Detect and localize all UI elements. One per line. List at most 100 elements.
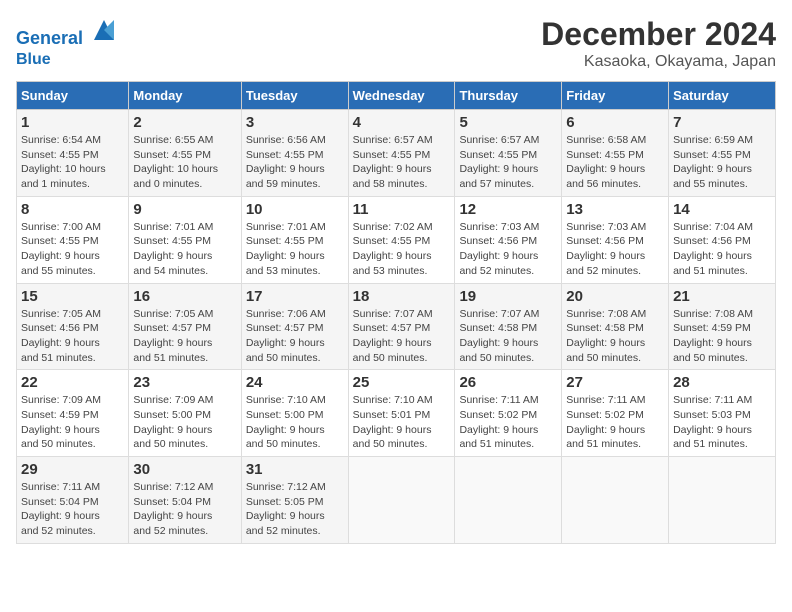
day-number: 25 (353, 374, 451, 391)
calendar-cell (455, 457, 562, 544)
day-number: 31 (246, 461, 344, 478)
day-number: 11 (353, 201, 451, 218)
calendar-cell: 16 Sunrise: 7:05 AMSunset: 4:57 PMDayligh… (129, 283, 241, 370)
calendar-cell: 21 Sunrise: 7:08 AMSunset: 4:59 PMDayligh… (669, 283, 776, 370)
day-number: 9 (133, 201, 236, 218)
day-info: Sunrise: 7:12 AMSunset: 5:04 PMDaylight:… (133, 480, 236, 539)
main-title: December 2024 (541, 16, 776, 53)
column-header-thursday: Thursday (455, 82, 562, 110)
calendar-cell: 23Sunrise: 7:09 AMSunset: 5:00 PMDayligh… (129, 370, 241, 457)
calendar-cell: 25 Sunrise: 7:10 AMSunset: 5:01 PMDayligh… (348, 370, 455, 457)
day-number: 12 (459, 201, 557, 218)
logo-icon (90, 16, 118, 44)
day-number: 4 (353, 114, 451, 131)
column-header-friday: Friday (562, 82, 669, 110)
day-info: Sunrise: 7:11 AMSunset: 5:04 PMDaylight:… (21, 480, 124, 539)
day-number: 18 (353, 288, 451, 305)
day-number: 10 (246, 201, 344, 218)
calendar-cell: 3 Sunrise: 6:56 AMSunset: 4:55 PMDaylight… (241, 110, 348, 197)
calendar-cell: 11 Sunrise: 7:02 AMSunset: 4:55 PMDayligh… (348, 196, 455, 283)
day-info: Sunrise: 7:07 AMSunset: 4:57 PMDaylight:… (353, 307, 451, 366)
day-number: 20 (566, 288, 664, 305)
day-info: Sunrise: 7:03 AMSunset: 4:56 PMDaylight:… (566, 220, 664, 279)
calendar-week-3: 15 Sunrise: 7:05 AMSunset: 4:56 PMDayligh… (17, 283, 776, 370)
day-info: Sunrise: 7:05 AMSunset: 4:56 PMDaylight:… (21, 307, 124, 366)
day-info: Sunrise: 6:59 AMSunset: 4:55 PMDaylight:… (673, 133, 771, 192)
day-info: Sunrise: 7:08 AMSunset: 4:59 PMDaylight:… (673, 307, 771, 366)
day-number: 2 (133, 114, 236, 131)
calendar-week-1: 1 Sunrise: 6:54 AMSunset: 4:55 PMDaylight… (17, 110, 776, 197)
day-info: Sunrise: 6:58 AMSunset: 4:55 PMDaylight:… (566, 133, 664, 192)
calendar-cell (562, 457, 669, 544)
day-info: Sunrise: 7:01 AMSunset: 4:55 PMDaylight:… (246, 220, 344, 279)
day-number: 24 (246, 374, 344, 391)
calendar-cell: 5 Sunrise: 6:57 AMSunset: 4:55 PMDaylight… (455, 110, 562, 197)
day-number: 21 (673, 288, 771, 305)
day-info: Sunrise: 7:11 AMSunset: 5:02 PMDaylight:… (459, 393, 557, 452)
calendar-cell: 18 Sunrise: 7:07 AMSunset: 4:57 PMDayligh… (348, 283, 455, 370)
calendar-cell (348, 457, 455, 544)
day-number: 17 (246, 288, 344, 305)
day-info: Sunrise: 6:54 AMSunset: 4:55 PMDaylight:… (21, 133, 124, 192)
day-info: Sunrise: 7:12 AMSunset: 5:05 PMDaylight:… (246, 480, 344, 539)
day-info: Sunrise: 7:10 AMSunset: 5:01 PMDaylight:… (353, 393, 451, 452)
day-number: 14 (673, 201, 771, 218)
calendar-week-2: 8Sunrise: 7:00 AMSunset: 4:55 PMDaylight… (17, 196, 776, 283)
day-number: 27 (566, 374, 664, 391)
day-info: Sunrise: 6:56 AMSunset: 4:55 PMDaylight:… (246, 133, 344, 192)
day-number: 8 (21, 201, 124, 218)
day-info: Sunrise: 6:55 AMSunset: 4:55 PMDaylight:… (133, 133, 236, 192)
calendar-cell: 22 Sunrise: 7:09 AMSunset: 4:59 PMDayligh… (17, 370, 129, 457)
calendar-cell: 13Sunrise: 7:03 AMSunset: 4:56 PMDayligh… (562, 196, 669, 283)
day-info: Sunrise: 7:07 AMSunset: 4:58 PMDaylight:… (459, 307, 557, 366)
calendar-cell: 8Sunrise: 7:00 AMSunset: 4:55 PMDaylight… (17, 196, 129, 283)
day-number: 22 (21, 374, 124, 391)
calendar-cell: 26Sunrise: 7:11 AMSunset: 5:02 PMDayligh… (455, 370, 562, 457)
day-number: 3 (246, 114, 344, 131)
day-number: 5 (459, 114, 557, 131)
day-info: Sunrise: 7:02 AMSunset: 4:55 PMDaylight:… (353, 220, 451, 279)
column-header-saturday: Saturday (669, 82, 776, 110)
day-number: 23 (133, 374, 236, 391)
day-number: 15 (21, 288, 124, 305)
calendar-cell: 14Sunrise: 7:04 AMSunset: 4:56 PMDayligh… (669, 196, 776, 283)
calendar-table: SundayMondayTuesdayWednesdayThursdayFrid… (16, 81, 776, 544)
day-info: Sunrise: 7:09 AMSunset: 4:59 PMDaylight:… (21, 393, 124, 452)
calendar-cell: 19 Sunrise: 7:07 AMSunset: 4:58 PMDayligh… (455, 283, 562, 370)
calendar-cell: 1 Sunrise: 6:54 AMSunset: 4:55 PMDaylight… (17, 110, 129, 197)
day-number: 1 (21, 114, 124, 131)
column-header-wednesday: Wednesday (348, 82, 455, 110)
calendar-cell: 28Sunrise: 7:11 AMSunset: 5:03 PMDayligh… (669, 370, 776, 457)
calendar-week-4: 22 Sunrise: 7:09 AMSunset: 4:59 PMDayligh… (17, 370, 776, 457)
day-info: Sunrise: 7:11 AMSunset: 5:02 PMDaylight:… (566, 393, 664, 452)
logo-text: General (16, 16, 118, 50)
title-block: December 2024 Kasaoka, Okayama, Japan (541, 16, 776, 71)
calendar-cell: 30Sunrise: 7:12 AMSunset: 5:04 PMDayligh… (129, 457, 241, 544)
day-info: Sunrise: 7:03 AMSunset: 4:56 PMDaylight:… (459, 220, 557, 279)
day-info: Sunrise: 7:11 AMSunset: 5:03 PMDaylight:… (673, 393, 771, 452)
subtitle: Kasaoka, Okayama, Japan (541, 53, 776, 71)
column-header-sunday: Sunday (17, 82, 129, 110)
calendar-cell: 17 Sunrise: 7:06 AMSunset: 4:57 PMDayligh… (241, 283, 348, 370)
calendar-cell: 20 Sunrise: 7:08 AMSunset: 4:58 PMDayligh… (562, 283, 669, 370)
logo-general: General (16, 28, 83, 48)
calendar-cell: 29Sunrise: 7:11 AMSunset: 5:04 PMDayligh… (17, 457, 129, 544)
calendar-cell: 12 Sunrise: 7:03 AMSunset: 4:56 PMDayligh… (455, 196, 562, 283)
calendar-cell: 7Sunrise: 6:59 AMSunset: 4:55 PMDaylight… (669, 110, 776, 197)
day-info: Sunrise: 6:57 AMSunset: 4:55 PMDaylight:… (353, 133, 451, 192)
day-number: 19 (459, 288, 557, 305)
logo-blue: Blue (16, 50, 118, 69)
day-info: Sunrise: 7:10 AMSunset: 5:00 PMDaylight:… (246, 393, 344, 452)
logo: General Blue (16, 16, 118, 69)
column-header-monday: Monday (129, 82, 241, 110)
page-header: General Blue December 2024 Kasaoka, Okay… (16, 16, 776, 71)
calendar-cell: 6Sunrise: 6:58 AMSunset: 4:55 PMDaylight… (562, 110, 669, 197)
column-header-tuesday: Tuesday (241, 82, 348, 110)
day-info: Sunrise: 7:06 AMSunset: 4:57 PMDaylight:… (246, 307, 344, 366)
day-number: 16 (133, 288, 236, 305)
calendar-cell: 10 Sunrise: 7:01 AMSunset: 4:55 PMDayligh… (241, 196, 348, 283)
day-info: Sunrise: 7:08 AMSunset: 4:58 PMDaylight:… (566, 307, 664, 366)
day-info: Sunrise: 7:05 AMSunset: 4:57 PMDaylight:… (133, 307, 236, 366)
calendar-cell: 31 Sunrise: 7:12 AMSunset: 5:05 PMDayligh… (241, 457, 348, 544)
day-info: Sunrise: 6:57 AMSunset: 4:55 PMDaylight:… (459, 133, 557, 192)
